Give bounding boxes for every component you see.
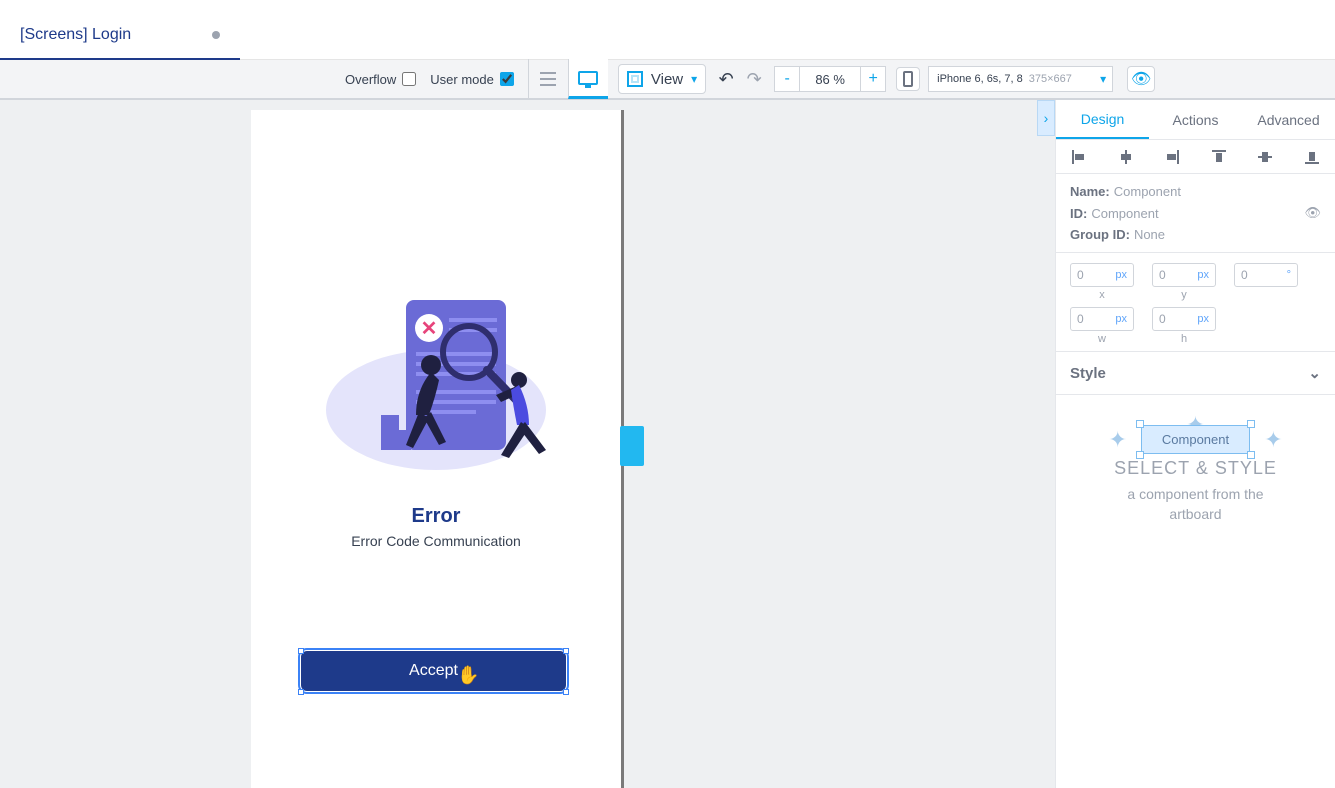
illustration-icon: ✕ (321, 290, 551, 480)
device-name: iPhone 6, 6s, 7, 8 (937, 73, 1023, 85)
selection-handle-tr[interactable] (563, 648, 569, 654)
frame-icon (627, 71, 643, 87)
tab-strip: [Screens] Login (0, 0, 1335, 60)
phone-icon (903, 71, 913, 87)
dimension-inputs: 0px 0px 0° xy 0px 0px wh (1056, 253, 1335, 352)
overflow-checkbox[interactable] (402, 72, 416, 86)
redo-button[interactable]: ↷ (740, 69, 768, 90)
visibility-toggle-button[interactable]: 👁 (1127, 66, 1155, 92)
tab-unsaved-dot-icon (212, 31, 220, 39)
overflow-label: Overflow (345, 72, 396, 87)
rotation-input[interactable]: 0° (1234, 263, 1298, 287)
error-subtitle: Error Code Communication (251, 533, 621, 549)
component-info: Name: Component ID: Component 👁 Group ID… (1056, 174, 1335, 253)
tab-advanced[interactable]: Advanced (1242, 100, 1335, 139)
layers-toggle-button[interactable] (528, 59, 568, 99)
sparkle-icon: ✦ (1108, 427, 1126, 453)
svg-text:✕: ✕ (421, 318, 438, 340)
usermode-label: User mode (430, 72, 494, 87)
align-bottom-button[interactable] (1289, 140, 1335, 173)
h-input[interactable]: 0px (1152, 307, 1216, 331)
document-tab[interactable]: [Screens] Login (0, 12, 240, 60)
chevron-down-icon: ⌄ (1308, 364, 1321, 382)
eye-icon: 👁 (1131, 69, 1151, 89)
visibility-icon[interactable]: 👁 (1304, 205, 1321, 221)
view-mode-label: View (651, 71, 683, 88)
error-illustration: ✕ (251, 290, 621, 480)
document-tab-title: [Screens] Login (20, 26, 212, 44)
align-right-button[interactable] (1149, 140, 1196, 173)
toolbar: Overflow User mode View ▾ ↶ ↷ - 86 % + i… (0, 60, 1335, 100)
chevron-down-icon: ▾ (691, 72, 697, 86)
sparkle-icon: ✦ (1264, 427, 1282, 453)
panel-collapse-button[interactable]: › (1037, 100, 1055, 136)
empty-state: ✦ Component ✦ ✦ SELECT & STYLE a compone… (1056, 395, 1335, 554)
selection-handle-tl[interactable] (298, 648, 304, 654)
empty-subtitle-1: a component from the (1076, 485, 1315, 505)
align-left-button[interactable] (1056, 140, 1103, 173)
alignment-row (1056, 140, 1335, 174)
device-dimensions: 375×667 (1029, 73, 1072, 85)
group-label: Group ID: (1070, 227, 1130, 242)
undo-button[interactable]: ↶ (712, 69, 740, 90)
y-input[interactable]: 0px (1152, 263, 1216, 287)
x-input[interactable]: 0px (1070, 263, 1134, 287)
id-label: ID: (1070, 206, 1087, 221)
zoom-in-button[interactable]: + (860, 66, 886, 92)
align-top-button[interactable] (1196, 140, 1243, 173)
component-placeholder-badge: Component (1141, 425, 1250, 454)
selection-handle-br[interactable] (563, 689, 569, 695)
zoom-control: - 86 % + (774, 66, 886, 92)
preview-toggle-button[interactable] (568, 59, 608, 99)
tab-design[interactable]: Design (1056, 100, 1149, 139)
panel-tabs: Design Actions Advanced (1056, 100, 1335, 140)
style-section-header[interactable]: Style ⌄ (1056, 352, 1335, 395)
canvas[interactable]: ✕ (0, 100, 1055, 788)
name-label: Name: (1070, 184, 1110, 199)
list-icon (540, 72, 556, 86)
id-value[interactable]: Component (1091, 206, 1158, 221)
chevron-down-icon: ▾ (1100, 72, 1106, 86)
artboard[interactable]: ✕ (251, 110, 621, 788)
properties-panel: Design Actions Advanced Name: Component … (1055, 100, 1335, 788)
device-orientation-button[interactable] (896, 67, 920, 91)
error-heading: Error (251, 505, 621, 528)
empty-title: SELECT & STYLE (1076, 458, 1315, 479)
canvas-side-handle[interactable] (620, 426, 644, 466)
empty-subtitle-2: artboard (1076, 505, 1315, 525)
align-hcenter-button[interactable] (1103, 140, 1150, 173)
device-controls: iPhone 6, 6s, 7, 8 375×667 ▾ 👁 (896, 66, 1155, 92)
w-input[interactable]: 0px (1070, 307, 1134, 331)
style-label: Style (1070, 365, 1106, 382)
usermode-checkbox[interactable] (500, 72, 514, 86)
device-preset-dropdown[interactable]: iPhone 6, 6s, 7, 8 375×667 ▾ (928, 66, 1113, 92)
selection-handle-bl[interactable] (298, 689, 304, 695)
group-value[interactable]: None (1134, 227, 1165, 242)
monitor-icon (578, 71, 598, 85)
view-mode-dropdown[interactable]: View ▾ (618, 64, 706, 94)
name-value[interactable]: Component (1114, 184, 1181, 199)
accept-button[interactable]: Accept (301, 651, 566, 691)
zoom-out-button[interactable]: - (774, 66, 800, 92)
zoom-value[interactable]: 86 % (800, 66, 860, 92)
tab-actions[interactable]: Actions (1149, 100, 1242, 139)
chevron-right-icon: › (1044, 110, 1049, 126)
align-vcenter-button[interactable] (1242, 140, 1289, 173)
